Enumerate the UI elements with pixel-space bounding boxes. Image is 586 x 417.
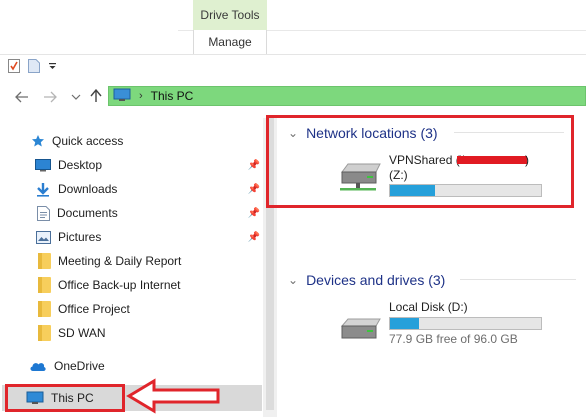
sidebar-item-office-backup-internet[interactable]: Office Back-up Internet <box>38 274 181 296</box>
sidebar-item-onedrive[interactable]: OneDrive <box>29 355 105 377</box>
sidebar-item-label: Meeting & Daily Report <box>58 254 182 268</box>
documents-icon <box>37 205 50 221</box>
sidebar-item-label: OneDrive <box>54 359 105 373</box>
local-disk-name[interactable]: Local Disk (D:) <box>389 300 468 314</box>
pictures-icon <box>36 230 51 244</box>
usage-bar-fill <box>390 185 436 196</box>
local-disk-usage-bar <box>389 317 542 330</box>
pin-icon[interactable]: 📌 <box>248 231 260 243</box>
star-icon <box>32 135 44 147</box>
sidebar-item-label: Documents <box>57 206 118 220</box>
customize-toolbar-chevron-icon[interactable] <box>48 59 60 73</box>
sidebar-item-desktop[interactable]: Desktop <box>35 154 102 176</box>
recent-locations-button[interactable] <box>68 88 84 106</box>
back-button[interactable] <box>14 88 30 106</box>
cloud-icon <box>30 363 46 371</box>
address-bar[interactable]: › This PC <box>108 86 586 106</box>
back-arrow-icon <box>15 91 28 103</box>
pin-icon[interactable]: 📌 <box>248 183 260 195</box>
sidebar-item-meeting-daily-report[interactable]: Meeting & Daily Report <box>38 250 181 272</box>
sidebar-item-downloads[interactable]: Downloads <box>35 178 117 200</box>
sidebar-item-label: SD WAN <box>58 326 106 340</box>
network-drive-letter: (Z:) <box>389 168 408 182</box>
sidebar-item-quick-access[interactable]: Quick access <box>31 130 123 152</box>
sidebar-item-pictures[interactable]: Pictures <box>36 226 101 248</box>
network-drive-usage-bar <box>389 184 542 197</box>
tab-manage[interactable]: Manage <box>193 30 267 54</box>
collapse-chevron-icon[interactable]: ⌄ <box>288 273 298 287</box>
annotation-highlight-box <box>5 384 125 412</box>
pin-icon[interactable]: 📌 <box>248 159 260 171</box>
sidebar-item-label: Desktop <box>58 158 103 172</box>
sidebar-item-label: Quick access <box>52 134 124 148</box>
sidebar-item-label: Downloads <box>58 182 118 196</box>
quick-access-toolbar <box>8 57 60 75</box>
new-folder-icon[interactable] <box>28 59 40 73</box>
folder-icon <box>38 301 51 317</box>
devices-and-drives-header[interactable]: ⌄ Devices and drives (3) <box>288 271 445 289</box>
sidebar-item-sd-wan[interactable]: SD WAN <box>38 322 106 344</box>
forward-arrow-icon <box>44 91 57 103</box>
section-title: Devices and drives (3) <box>306 272 446 288</box>
download-arrow-icon <box>37 182 49 197</box>
local-disk-free-space: 77.9 GB free of 96.0 GB <box>389 332 518 346</box>
chevron-down-icon <box>71 94 81 100</box>
up-arrow-icon <box>90 89 102 102</box>
usage-bar-fill <box>390 318 419 329</box>
folder-icon <box>38 277 51 293</box>
redaction-mark <box>457 156 527 164</box>
properties-icon[interactable] <box>8 59 20 73</box>
sidebar-item-label: Office Project <box>58 302 130 316</box>
sidebar-item-office-project[interactable]: Office Project <box>38 298 130 320</box>
annotation-arrow-icon <box>126 378 220 414</box>
ribbon <box>0 0 586 55</box>
sidebar-item-label: Pictures <box>58 230 102 244</box>
up-button[interactable] <box>88 87 104 105</box>
folder-icon <box>38 325 51 341</box>
breadcrumb-this-pc[interactable]: This PC <box>151 89 194 103</box>
forward-button[interactable] <box>42 88 58 106</box>
network-drive-name[interactable]: VPNShared (\\ <box>389 153 466 167</box>
desktop-icon <box>35 158 51 171</box>
pin-icon[interactable]: 📌 <box>248 207 260 219</box>
sidebar-item-label: Office Back-up Internet <box>58 278 181 292</box>
network-drive-icon[interactable] <box>336 160 384 194</box>
network-drive-name-suffix: ) <box>525 153 529 167</box>
this-pc-icon <box>113 88 131 105</box>
folder-icon <box>38 253 51 269</box>
section-divider <box>460 279 576 280</box>
drive-tools-contextual-tab[interactable]: Drive Tools <box>193 0 267 30</box>
breadcrumb-separator-icon[interactable]: › <box>139 90 143 102</box>
local-disk-icon[interactable] <box>338 318 382 342</box>
sidebar-item-documents[interactable]: Documents <box>37 202 118 224</box>
